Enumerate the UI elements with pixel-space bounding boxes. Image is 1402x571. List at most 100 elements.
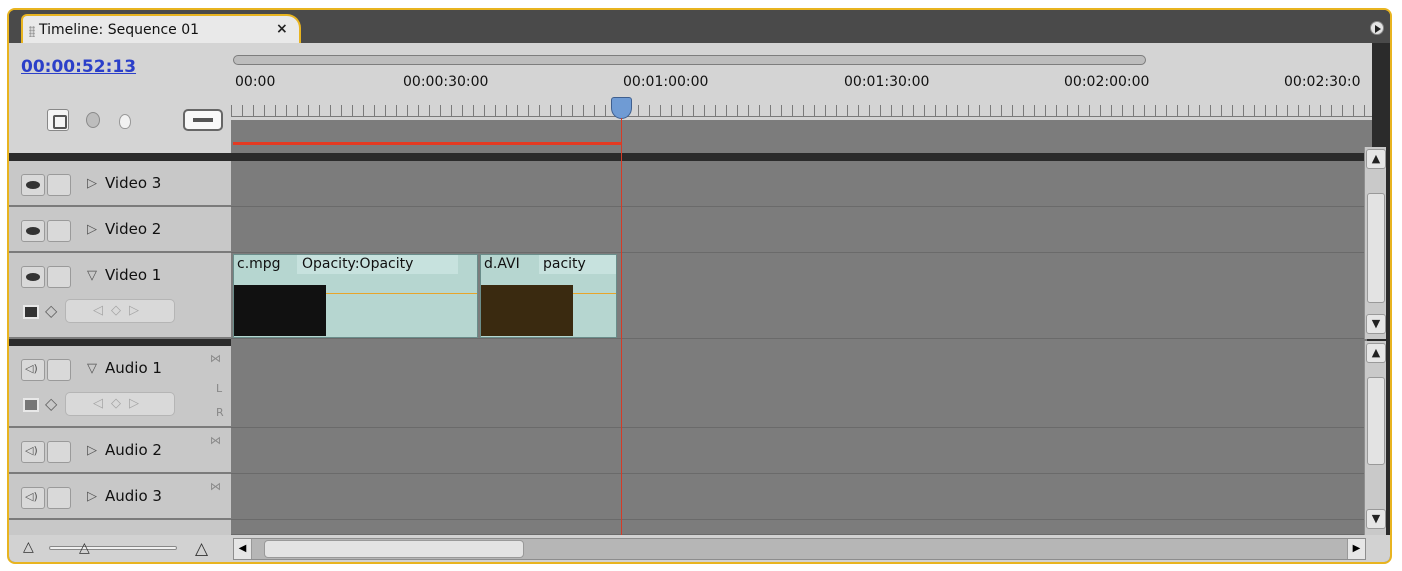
expand-triangle-icon[interactable]: ▷ xyxy=(87,489,97,504)
scroll-down-icon[interactable]: ▼ xyxy=(1366,314,1386,334)
snap-icon[interactable] xyxy=(47,109,69,131)
panel-menu-icon[interactable] xyxy=(1370,21,1384,35)
track-area-video-3[interactable] xyxy=(231,161,1367,207)
scrollbar-thumb[interactable] xyxy=(1367,377,1385,465)
scrollbar-thumb[interactable] xyxy=(1367,193,1385,303)
scroll-down-icon[interactable]: ▼ xyxy=(1366,509,1386,529)
close-tab-button[interactable]: × xyxy=(276,21,288,37)
clip-thumbnail xyxy=(234,285,326,336)
eye-icon[interactable] xyxy=(21,266,45,288)
panel-titlebar: Timeline: Sequence 01 × xyxy=(9,10,1390,44)
track-header-audio-1: ▽ Audio 1 ⋈ L R ◇ ◁◇▷ xyxy=(9,346,231,428)
track-header-video-3: ▷ Video 3 xyxy=(9,161,231,207)
tab-timeline-sequence[interactable]: Timeline: Sequence 01 × xyxy=(21,14,301,44)
speaker-icon[interactable] xyxy=(21,359,45,381)
track-area-audio-2[interactable] xyxy=(231,428,1367,474)
horizontal-scrollbar[interactable]: ◀ ▶ xyxy=(233,538,1366,560)
clip-fx-label[interactable]: pacity xyxy=(543,256,586,272)
track-area-video-2[interactable] xyxy=(231,207,1367,253)
track-area-audio-1[interactable] xyxy=(231,339,1367,428)
marker-icon[interactable] xyxy=(81,109,103,131)
keyframe-diamond-icon[interactable]: ◇ xyxy=(45,394,57,413)
track-header-video-1: ▽ Video 1 ◇ ◁◇▷ xyxy=(9,253,231,339)
scroll-right-icon[interactable]: ▶ xyxy=(1347,539,1365,559)
speaker-icon[interactable] xyxy=(21,441,45,463)
bottom-bar: △ △ △ ◀ ▶ xyxy=(9,535,1390,562)
track-label: Audio 3 xyxy=(105,487,162,505)
expand-triangle-icon[interactable]: ▷ xyxy=(87,443,97,458)
channel-right: R xyxy=(216,406,224,419)
video-vertical-scrollbar[interactable]: ▲ ▼ xyxy=(1364,147,1386,339)
tick-label: 00:02:00:00 xyxy=(1064,74,1150,90)
clip-c-mpg[interactable]: c.mpg Opacity:Opacity xyxy=(233,254,478,338)
clip-fx-label[interactable]: Opacity:Opacity xyxy=(302,256,413,272)
tick-label: 00:01:00:00 xyxy=(623,74,709,90)
channel-left: L xyxy=(216,382,223,395)
playhead-icon[interactable] xyxy=(611,97,632,119)
tick-label: 00:02:30:0 xyxy=(1284,74,1361,90)
track-header-master xyxy=(9,520,231,535)
track-label: Audio 1 xyxy=(105,359,162,377)
set-marker-icon[interactable] xyxy=(113,109,135,131)
track-area-video-1[interactable]: c.mpg Opacity:Opacity d.AVI pacity xyxy=(231,253,1367,339)
render-bar xyxy=(233,142,621,145)
lock-icon[interactable] xyxy=(47,266,71,288)
track-area-master[interactable] xyxy=(231,520,1367,535)
timeline-panel: Timeline: Sequence 01 × 00:00:52:13 00:0… xyxy=(7,8,1392,564)
ruler-strip xyxy=(231,120,1372,153)
work-area-icon[interactable] xyxy=(183,109,223,131)
track-label: Video 1 xyxy=(105,266,162,284)
audio-keyframe-icon[interactable] xyxy=(23,398,39,412)
track-label: Video 3 xyxy=(105,174,162,192)
tick-label: 00:00:30:00 xyxy=(403,74,489,90)
clip-d-avi[interactable]: d.AVI pacity xyxy=(480,254,617,338)
tick-label: 00:01:30:00 xyxy=(844,74,930,90)
clip-thumbnail xyxy=(481,285,573,336)
scroll-left-icon[interactable]: ◀ xyxy=(234,539,252,559)
zoom-slider-thumb-icon[interactable]: △ xyxy=(79,540,90,556)
lock-icon[interactable] xyxy=(47,174,71,196)
bowtie-icon: ⋈ xyxy=(210,352,221,365)
keyframe-display-icon[interactable] xyxy=(23,305,39,319)
scroll-up-icon[interactable]: ▲ xyxy=(1366,149,1386,169)
tick-label: 00:00 xyxy=(235,74,276,90)
track-label: Audio 2 xyxy=(105,441,162,459)
track-header-video-2: ▷ Video 2 xyxy=(9,207,231,253)
audio-vertical-scrollbar[interactable]: ▲ ▼ xyxy=(1364,341,1386,535)
clip-name: d.AVI xyxy=(484,256,520,272)
track-header-audio-2: ▷ Audio 2 ⋈ xyxy=(9,428,231,474)
zoom-in-icon[interactable]: △ xyxy=(195,539,208,559)
zoom-out-icon[interactable]: △ xyxy=(23,539,34,555)
work-area-bar[interactable] xyxy=(233,55,1146,65)
eye-icon[interactable] xyxy=(21,220,45,242)
lock-icon[interactable] xyxy=(47,441,71,463)
track-area-audio-3[interactable] xyxy=(231,474,1367,520)
timeline-header-controls: 00:00:52:13 xyxy=(9,43,231,153)
lock-icon[interactable] xyxy=(47,359,71,381)
grip-icon[interactable] xyxy=(29,26,35,37)
horizontal-scrollbar-thumb[interactable] xyxy=(264,540,524,558)
bowtie-icon: ⋈ xyxy=(210,434,221,447)
timecode-display[interactable]: 00:00:52:13 xyxy=(21,57,136,77)
keyframe-diamond-icon[interactable]: ◇ xyxy=(45,301,57,320)
bowtie-icon: ⋈ xyxy=(210,480,221,493)
playhead-line[interactable] xyxy=(621,118,622,545)
collapse-triangle-icon[interactable]: ▽ xyxy=(87,361,97,376)
expand-triangle-icon[interactable]: ▷ xyxy=(87,176,97,191)
clip-name: c.mpg xyxy=(237,256,281,272)
scroll-up-icon[interactable]: ▲ xyxy=(1366,343,1386,363)
zoom-slider[interactable] xyxy=(49,546,177,550)
track-label: Video 2 xyxy=(105,220,162,238)
time-ruler[interactable]: 00:00 00:00:30:00 00:01:00:00 00:01:30:0… xyxy=(231,43,1372,153)
speaker-icon[interactable] xyxy=(21,487,45,509)
lock-icon[interactable] xyxy=(47,220,71,242)
ruler-ticks xyxy=(231,105,1372,117)
keyframe-nav[interactable]: ◁◇▷ xyxy=(65,392,175,416)
collapse-triangle-icon[interactable]: ▽ xyxy=(87,268,97,283)
lock-icon[interactable] xyxy=(47,487,71,509)
tab-title: Timeline: Sequence 01 xyxy=(39,22,200,38)
keyframe-nav[interactable]: ◁◇▷ xyxy=(65,299,175,323)
expand-triangle-icon[interactable]: ▷ xyxy=(87,222,97,237)
eye-icon[interactable] xyxy=(21,174,45,196)
track-header-audio-3: ▷ Audio 3 ⋈ xyxy=(9,474,231,520)
